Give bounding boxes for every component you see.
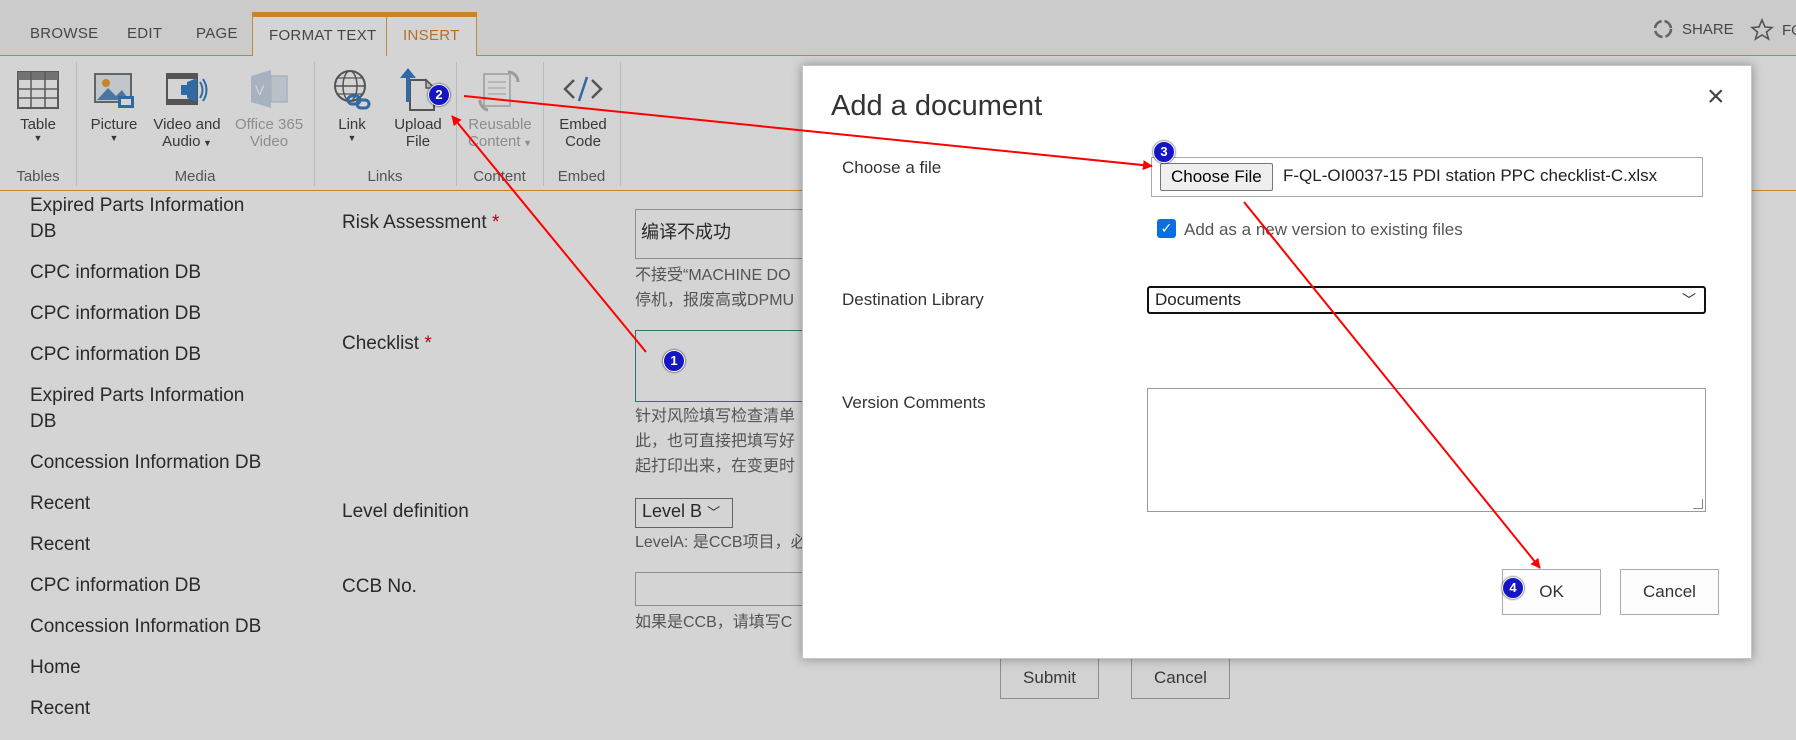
resize-grip-icon[interactable] <box>1693 499 1703 509</box>
step-marker-4: 4 <box>1502 577 1524 599</box>
version-comments-label: Version Comments <box>842 393 986 412</box>
dialog-cancel-button[interactable]: Cancel <box>1620 569 1719 615</box>
selected-file-name: F-QL-OI0037-15 PDI station PPC checklist… <box>1283 166 1658 185</box>
destination-library-select[interactable]: Documents ﹀ <box>1147 286 1706 314</box>
add-as-new-version-label: Add as a new version to existing files <box>1184 220 1463 239</box>
add-document-dialog: Add a document × Choose a file Choose Fi… <box>802 65 1752 659</box>
file-input[interactable]: Choose File F-QL-OI0037-15 PDI station P… <box>1151 157 1703 197</box>
destination-library-value: Documents <box>1155 290 1241 309</box>
dialog-title: Add a document <box>831 90 1043 122</box>
choose-file-label: Choose a file <box>842 158 942 177</box>
add-as-new-version-checkbox[interactable]: ✓ <box>1157 219 1176 238</box>
step-marker-2: 2 <box>428 84 450 106</box>
choose-file-button[interactable]: Choose File <box>1160 163 1273 191</box>
step-marker-1: 1 <box>663 350 685 372</box>
close-icon[interactable]: × <box>1707 80 1725 114</box>
step-marker-3: 3 <box>1153 141 1175 163</box>
destination-library-label: Destination Library <box>842 290 984 309</box>
chevron-down-icon: ﹀ <box>1682 292 1696 308</box>
version-comments-textarea[interactable] <box>1147 388 1706 512</box>
